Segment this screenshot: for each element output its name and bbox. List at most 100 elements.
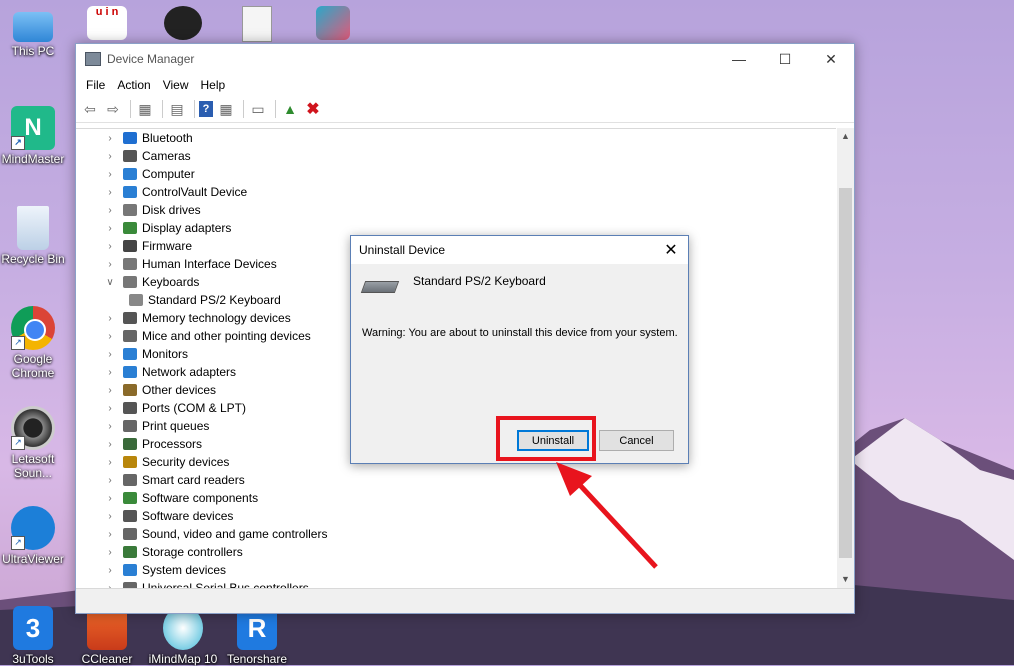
chevron-right-icon[interactable]: › bbox=[103, 511, 117, 522]
tree-category-item[interactable]: › Memory technology devices bbox=[103, 309, 327, 327]
tree-category-item[interactable]: › Print queues bbox=[103, 417, 327, 435]
tree-category-item[interactable]: › Software devices bbox=[103, 507, 327, 525]
minimize-button[interactable]: — bbox=[716, 44, 762, 74]
toolbar-separator bbox=[162, 100, 163, 118]
desktop-icon-3utools[interactable]: 3 3uTools bbox=[0, 606, 68, 666]
tree-item-label: Print queues bbox=[142, 419, 210, 433]
chevron-right-icon[interactable]: › bbox=[103, 367, 117, 378]
desktop-icon-recycle-bin[interactable]: Recycle Bin bbox=[0, 206, 68, 266]
tree-child-item[interactable]: Standard PS/2 Keyboard bbox=[103, 291, 327, 309]
desktop-icon-letasoft[interactable]: ↗ Letasoft Soun... bbox=[0, 406, 68, 480]
desktop-icon-document[interactable] bbox=[222, 6, 292, 44]
tree-category-item[interactable]: › Firmware bbox=[103, 237, 327, 255]
desktop-icon-ccleaner[interactable]: CCleaner bbox=[72, 606, 142, 666]
tree-category-item[interactable]: › Mice and other pointing devices bbox=[103, 327, 327, 345]
tree-category-item[interactable]: › Smart card readers bbox=[103, 471, 327, 489]
tree-category-item[interactable]: › System devices bbox=[103, 561, 327, 579]
toolbar-separator bbox=[243, 100, 244, 118]
chevron-right-icon[interactable]: › bbox=[103, 133, 117, 144]
chevron-right-icon[interactable]: › bbox=[103, 547, 117, 558]
device-manager-icon bbox=[85, 52, 101, 66]
tree-item-label: Other devices bbox=[142, 383, 217, 397]
chevron-right-icon[interactable]: › bbox=[103, 205, 117, 216]
chevron-right-icon[interactable]: › bbox=[103, 223, 117, 234]
chevron-down-icon[interactable]: ∨ bbox=[103, 277, 117, 288]
back-icon[interactable]: ⇦ bbox=[80, 99, 100, 119]
mindmaster-icon: N ↗ bbox=[11, 106, 55, 150]
scroll-down-icon[interactable]: ▼ bbox=[837, 571, 854, 588]
view-icon[interactable]: ▦ bbox=[216, 99, 236, 119]
tree-category-item[interactable]: › Human Interface Devices bbox=[103, 255, 327, 273]
menu-help[interactable]: Help bbox=[195, 78, 232, 92]
show-hide-icon[interactable]: ▤ bbox=[167, 99, 187, 119]
device-category-icon bbox=[123, 510, 137, 522]
scroll-thumb[interactable] bbox=[839, 188, 852, 558]
maximize-button[interactable]: ☐ bbox=[762, 44, 808, 74]
menu-view[interactable]: View bbox=[157, 78, 195, 92]
tree-category-item[interactable]: ∨ Keyboards bbox=[103, 273, 327, 291]
chevron-right-icon[interactable]: › bbox=[103, 385, 117, 396]
chevron-right-icon[interactable]: › bbox=[103, 493, 117, 504]
tree-category-item[interactable]: › Other devices bbox=[103, 381, 327, 399]
chevron-right-icon[interactable]: › bbox=[103, 439, 117, 450]
desktop-icon-mindmaster[interactable]: N ↗ MindMaster bbox=[0, 106, 68, 166]
menu-file[interactable]: File bbox=[80, 78, 111, 92]
forward-icon[interactable]: ⇨ bbox=[103, 99, 123, 119]
tree-category-item[interactable]: › Security devices bbox=[103, 453, 327, 471]
chevron-right-icon[interactable]: › bbox=[103, 349, 117, 360]
tree-category-item[interactable]: › Storage controllers bbox=[103, 543, 327, 561]
desktop-icon-frog[interactable] bbox=[148, 6, 218, 42]
chevron-right-icon[interactable]: › bbox=[103, 565, 117, 576]
toolbar-separator bbox=[194, 100, 195, 118]
dialog-device-row: Standard PS/2 Keyboard bbox=[360, 274, 546, 294]
tree-category-item[interactable]: › Monitors bbox=[103, 345, 327, 363]
chevron-right-icon[interactable]: › bbox=[103, 151, 117, 162]
tree-item-label: Storage controllers bbox=[142, 545, 243, 559]
chevron-right-icon[interactable]: › bbox=[103, 259, 117, 270]
tree-category-item[interactable]: › Software components bbox=[103, 489, 327, 507]
chevron-right-icon[interactable]: › bbox=[103, 313, 117, 324]
dialog-close-button[interactable]: ✕ bbox=[654, 236, 688, 264]
tree-category-item[interactable]: › Cameras bbox=[103, 147, 327, 165]
desktop-icon-imindmap[interactable]: iMindMap 10 bbox=[148, 606, 218, 666]
tree-category-item[interactable]: › Computer bbox=[103, 165, 327, 183]
tree-category-item[interactable]: › ControlVault Device bbox=[103, 183, 327, 201]
tree-category-item[interactable]: › Bluetooth bbox=[103, 129, 327, 147]
desktop-icon-this-pc[interactable]: This PC bbox=[0, 8, 68, 58]
help-icon[interactable]: ? bbox=[199, 101, 213, 117]
chevron-right-icon[interactable]: › bbox=[103, 475, 117, 486]
tree-category-item[interactable]: › Display adapters bbox=[103, 219, 327, 237]
close-button[interactable]: ✕ bbox=[808, 44, 854, 74]
tree-category-item[interactable]: › Disk drives bbox=[103, 201, 327, 219]
update-driver-icon[interactable]: ▲ bbox=[280, 99, 300, 119]
device-category-icon bbox=[123, 492, 137, 504]
chevron-right-icon[interactable]: › bbox=[103, 529, 117, 540]
tree-item-label: Processors bbox=[142, 437, 203, 451]
desktop-icon-chrome[interactable]: ↗ Google Chrome bbox=[0, 306, 68, 380]
chevron-right-icon[interactable]: › bbox=[103, 241, 117, 252]
vertical-scrollbar[interactable]: ▲ ▼ bbox=[837, 128, 854, 588]
tree-category-item[interactable]: › Ports (COM & LPT) bbox=[103, 399, 327, 417]
chevron-right-icon[interactable]: › bbox=[103, 169, 117, 180]
menu-action[interactable]: Action bbox=[111, 78, 156, 92]
chevron-right-icon[interactable]: › bbox=[103, 187, 117, 198]
desktop-icon-app[interactable] bbox=[298, 6, 368, 42]
tree-category-item[interactable]: › Sound, video and game controllers bbox=[103, 525, 327, 543]
tree-item-label: ControlVault Device bbox=[142, 185, 248, 199]
desktop-icon-tenorshare[interactable]: R Tenorshare bbox=[222, 606, 292, 666]
tree-category-item[interactable]: › Network adapters bbox=[103, 363, 327, 381]
scroll-up-icon[interactable]: ▲ bbox=[837, 128, 854, 145]
desktop-icon-ultraviewer[interactable]: ↗ UltraViewer bbox=[0, 506, 68, 566]
device-category-icon bbox=[123, 168, 137, 180]
desktop-icon-unikey[interactable]: u i n bbox=[72, 6, 142, 42]
chevron-right-icon[interactable]: › bbox=[103, 331, 117, 342]
uninstall-icon[interactable]: ✖ bbox=[303, 99, 323, 119]
chevron-right-icon[interactable]: › bbox=[103, 421, 117, 432]
properties-icon[interactable]: ▦ bbox=[135, 99, 155, 119]
chevron-right-icon[interactable]: › bbox=[103, 457, 117, 468]
chevron-right-icon[interactable]: › bbox=[103, 403, 117, 414]
device-category-icon bbox=[123, 186, 137, 198]
cancel-button[interactable]: Cancel bbox=[599, 430, 674, 451]
scan-icon[interactable]: ▭ bbox=[248, 99, 268, 119]
tree-category-item[interactable]: › Processors bbox=[103, 435, 327, 453]
